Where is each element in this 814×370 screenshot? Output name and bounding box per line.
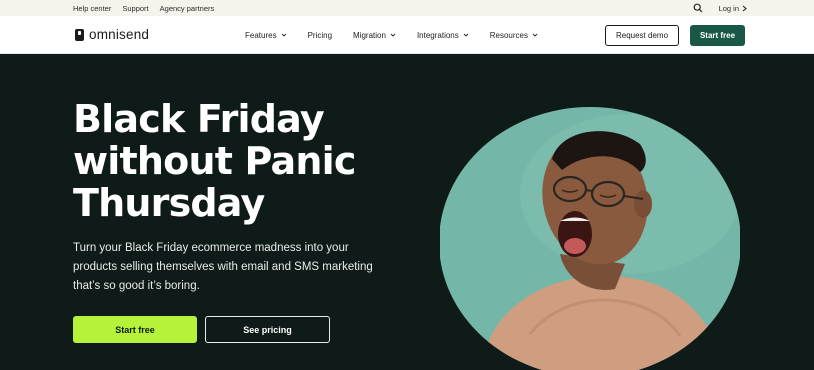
hero-title-line: without Panic <box>73 139 356 183</box>
hero-title-line: Thursday <box>73 181 265 225</box>
search-icon[interactable] <box>693 3 703 13</box>
utility-links: Help center Support Agency partners <box>73 0 214 16</box>
nav-item-label: Pricing <box>307 30 333 40</box>
logo-text: omnisend <box>89 27 150 42</box>
nav-item-pricing[interactable]: Pricing <box>308 31 332 40</box>
support-link[interactable]: Support <box>122 4 148 13</box>
request-demo-button[interactable]: Request demo <box>605 25 679 46</box>
omnisend-logo[interactable]: omnisend <box>75 27 149 42</box>
login-link[interactable]: Log in <box>719 4 747 13</box>
chevron-down-icon <box>463 33 469 37</box>
chevron-down-icon <box>390 33 396 37</box>
nav-item-label: Features <box>245 30 277 40</box>
nav-menu: Features Pricing Migration Integrations … <box>245 16 559 54</box>
chevron-down-icon <box>281 33 286 37</box>
see-pricing-button[interactable]: See pricing <box>205 316 330 343</box>
login-label: Log in <box>718 3 739 13</box>
hero-photo <box>440 107 740 370</box>
nav-item-label: Migration <box>353 30 386 40</box>
nav-item-features[interactable]: Features <box>245 31 287 40</box>
utility-right: Log in <box>693 0 747 16</box>
nav-item-label: Integrations <box>416 30 459 40</box>
nav-item-migration[interactable]: Migration <box>353 31 396 40</box>
chevron-right-icon <box>742 5 747 11</box>
main-navbar: omnisend Features Pricing Migration Inte… <box>0 16 814 54</box>
nav-item-integrations[interactable]: Integrations <box>417 31 469 40</box>
hero-description: Turn your Black Friday ecommerce madness… <box>73 242 373 292</box>
utility-bar: Help center Support Agency partners Log … <box>0 0 814 16</box>
logo-mark-icon <box>75 28 84 41</box>
start-free-hero-button[interactable]: Start free <box>73 316 197 343</box>
start-free-nav-button[interactable]: Start free <box>690 25 745 46</box>
hero-title-line: Black Friday <box>73 97 325 141</box>
agency-partners-link[interactable]: Agency partners <box>160 4 215 13</box>
chevron-down-icon <box>532 33 538 37</box>
hero-title: Black Friday without Panic Thursday <box>73 98 413 224</box>
nav-item-label: Resources <box>489 30 528 40</box>
nav-item-resources[interactable]: Resources <box>490 31 538 40</box>
help-center-link[interactable]: Help center <box>73 4 111 13</box>
